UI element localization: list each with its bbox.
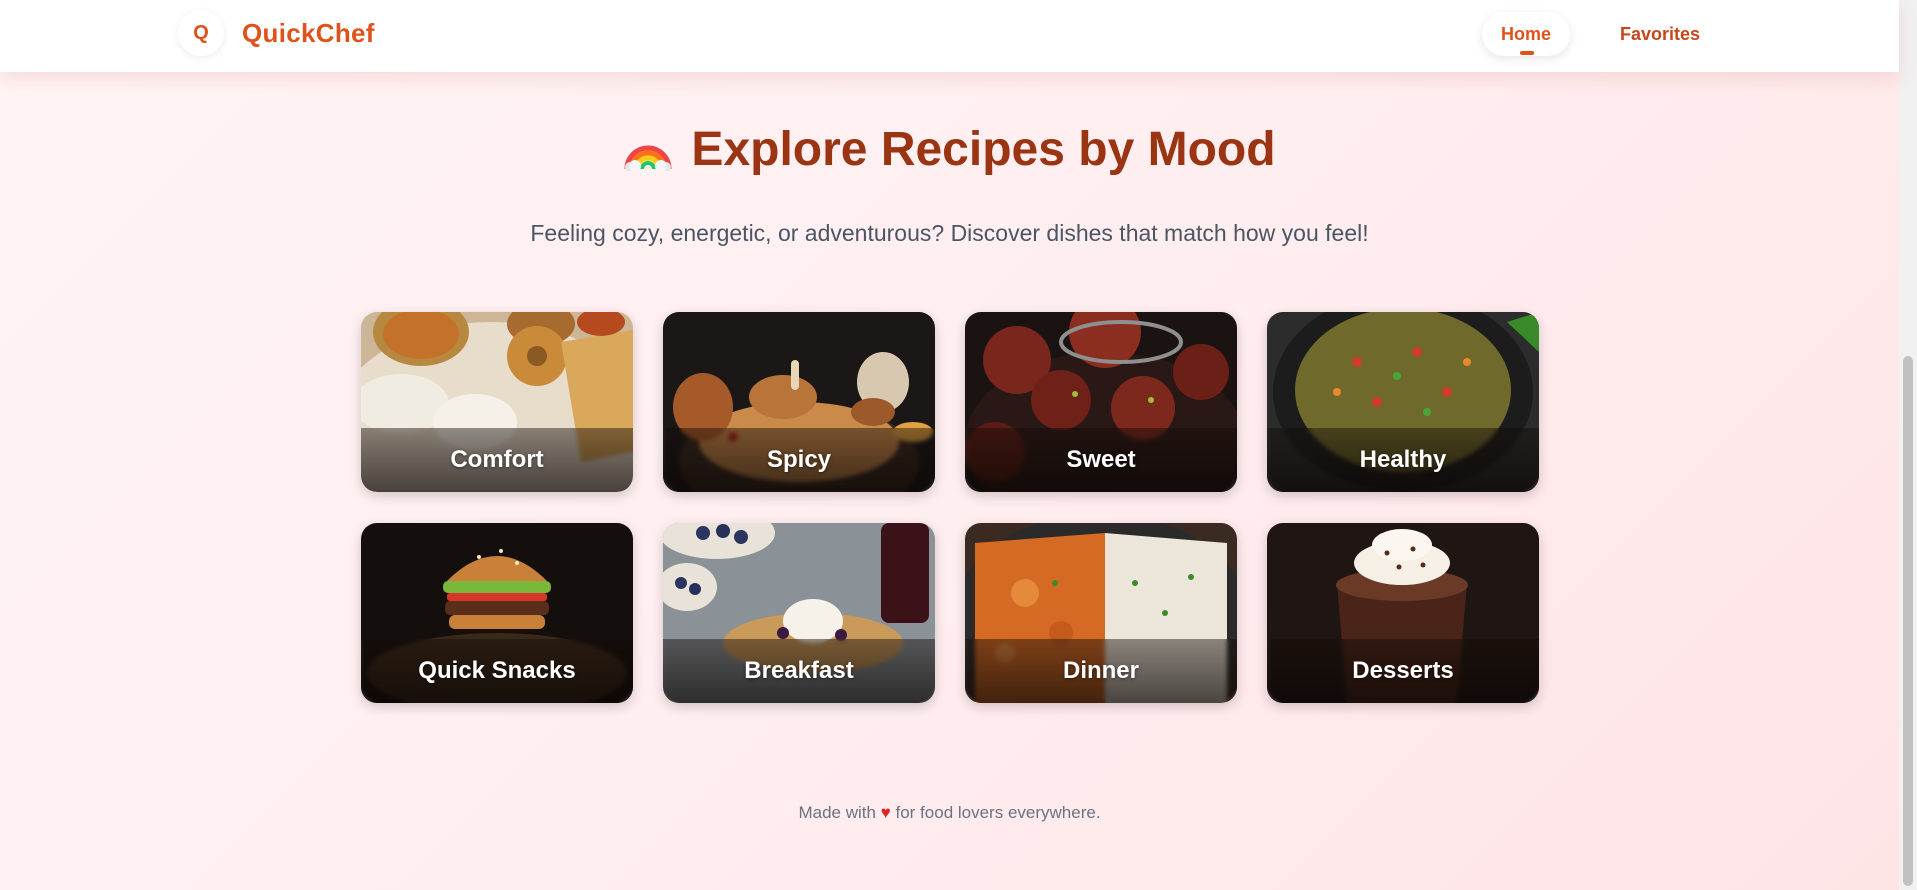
- nav-home-link[interactable]: Home: [1482, 12, 1570, 56]
- brand-name[interactable]: QuickChef: [242, 18, 375, 49]
- mood-card-healthy[interactable]: Healthy: [1267, 312, 1539, 492]
- mood-label: Desserts: [1352, 657, 1454, 684]
- mood-card-spicy[interactable]: Spicy: [663, 312, 935, 492]
- mood-label: Breakfast: [744, 657, 854, 684]
- mood-label: Spicy: [766, 446, 832, 473]
- nav-home-label: Home: [1500, 23, 1551, 44]
- brand-logo[interactable]: Q: [178, 10, 224, 56]
- active-indicator: [1520, 51, 1534, 55]
- mood-label: Dinner: [1062, 657, 1139, 684]
- top-navbar: Q QuickChef Home Favorites: [0, 0, 1899, 72]
- page-title: Explore Recipes by Mood: [0, 122, 1899, 177]
- mood-label: Healthy: [1359, 446, 1447, 473]
- nav-favorites-label: Favorites: [1619, 23, 1701, 44]
- scrollbar-thumb[interactable]: [1903, 356, 1913, 886]
- vertical-scrollbar[interactable]: [1899, 0, 1917, 890]
- page-subtitle: Feeling cozy, energetic, or adventurous?…: [530, 220, 1369, 246]
- page-title-text: Explore Recipes by Mood: [691, 123, 1276, 176]
- rainbow-icon: [624, 145, 672, 171]
- mood-label: Quick Snacks: [418, 657, 576, 684]
- footer-text-end: for food lovers everywhere.: [895, 803, 1101, 822]
- nav-favorites-link[interactable]: Favorites: [1608, 12, 1712, 56]
- footer: Made with ♥ for food lovers everywhere.: [0, 803, 1899, 823]
- mood-card-dinner[interactable]: Dinner: [965, 523, 1237, 703]
- mood-card-desserts[interactable]: Desserts: [1267, 523, 1539, 703]
- mood-label: Sweet: [1066, 446, 1136, 473]
- mood-card-breakfast[interactable]: Breakfast: [663, 523, 935, 703]
- mood-card-comfort[interactable]: Comfort: [361, 312, 633, 492]
- brand[interactable]: Q QuickChef: [178, 10, 375, 56]
- mood-label: Comfort: [450, 446, 544, 473]
- mood-card-sweet[interactable]: Sweet: [965, 312, 1237, 492]
- footer-text-start: Made with: [798, 803, 876, 822]
- mood-card-quick-snacks[interactable]: Quick Snacks: [361, 523, 633, 703]
- heart-icon: ♥: [880, 803, 891, 822]
